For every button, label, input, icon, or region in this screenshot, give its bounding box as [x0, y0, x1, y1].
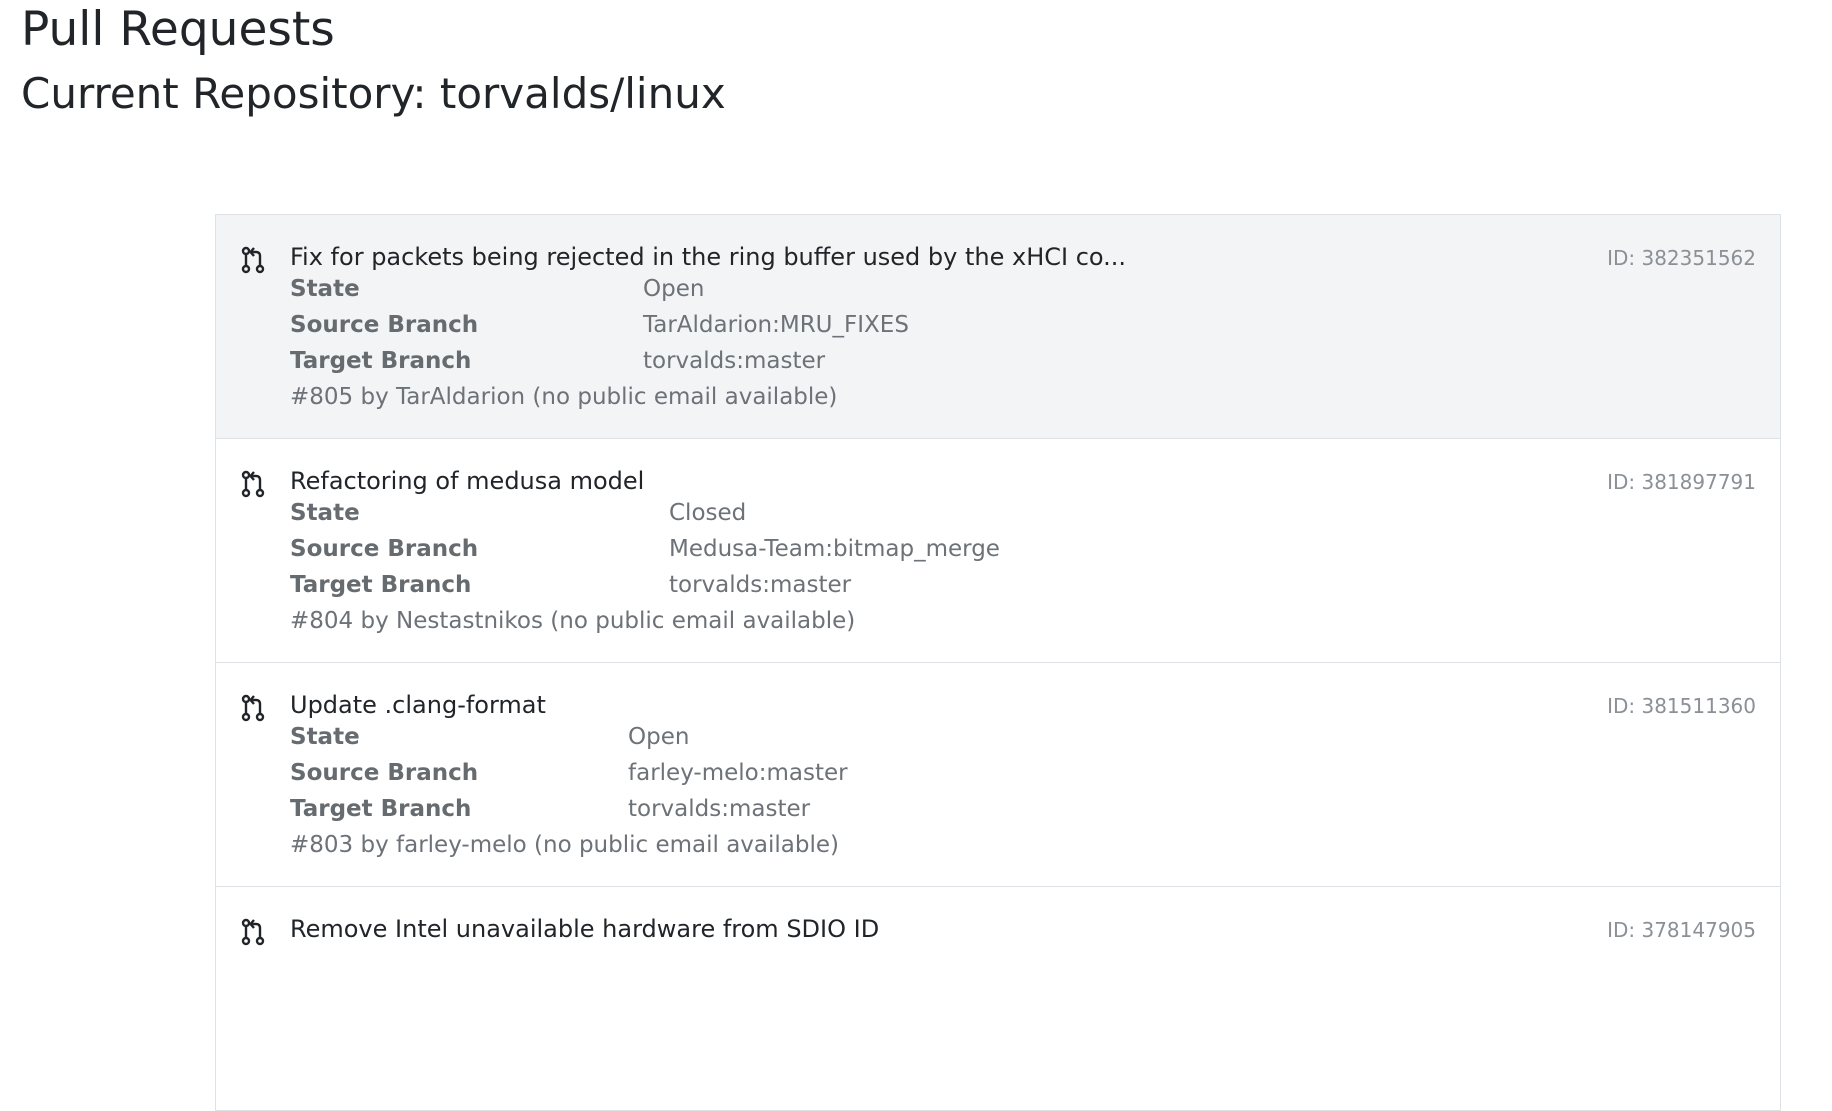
state-row: State Open: [290, 271, 704, 307]
pull-request-id: ID: 382351562: [1607, 246, 1756, 270]
pull-request-title[interactable]: Update .clang-format: [290, 688, 546, 722]
pull-request-item[interactable]: Remove Intel unavailable hardware from S…: [215, 887, 1781, 1111]
state-row: State Closed: [290, 495, 746, 531]
current-repository-heading: Current Repository: torvalds/linux: [21, 69, 726, 118]
source-branch-label: Source Branch: [290, 312, 479, 338]
source-branch-value: TarAldarion:MRU_FIXES: [643, 312, 909, 338]
git-pull-request-icon: [241, 470, 265, 498]
pull-request-meta: #804 by Nestastnikos (no public email av…: [290, 608, 856, 634]
pull-request-list: Fix for packets being rejected in the ri…: [215, 214, 1781, 1111]
page-title: Pull Requests: [21, 2, 335, 57]
source-branch-label: Source Branch: [290, 536, 479, 562]
pull-request-meta: #803 by farley-melo (no public email ava…: [290, 832, 840, 858]
state-row: State Open: [290, 719, 689, 755]
state-label: State: [290, 500, 360, 526]
pull-request-title[interactable]: Remove Intel unavailable hardware from S…: [290, 912, 879, 946]
state-label: State: [290, 276, 360, 302]
state-value: Open: [628, 724, 690, 750]
target-branch-row: Target Branch torvalds:master: [290, 567, 851, 603]
source-branch-value: Medusa-Team:bitmap_merge: [669, 536, 1000, 562]
target-branch-label: Target Branch: [290, 796, 472, 822]
pull-request-item[interactable]: Update .clang-format ID: 381511360 State…: [215, 663, 1781, 887]
pull-request-title[interactable]: Fix for packets being rejected in the ri…: [290, 240, 1126, 274]
git-pull-request-icon: [241, 246, 265, 274]
pull-request-item[interactable]: Fix for packets being rejected in the ri…: [215, 215, 1781, 439]
pull-request-id: ID: 378147905: [1607, 918, 1756, 942]
pull-request-title[interactable]: Refactoring of medusa model: [290, 464, 644, 498]
state-label: State: [290, 724, 360, 750]
pull-request-id: ID: 381511360: [1607, 694, 1756, 718]
target-branch-row: Target Branch torvalds:master: [290, 791, 810, 827]
target-branch-value: torvalds:master: [669, 572, 852, 598]
source-branch-row: Source Branch farley-melo:master: [290, 755, 848, 791]
source-branch-label: Source Branch: [290, 760, 479, 786]
pull-request-id: ID: 381897791: [1607, 470, 1756, 494]
target-branch-label: Target Branch: [290, 348, 472, 374]
git-pull-request-icon: [241, 694, 265, 722]
source-branch-value: farley-melo:master: [628, 760, 848, 786]
pull-request-meta: #805 by TarAldarion (no public email ava…: [290, 384, 838, 410]
target-branch-row: Target Branch torvalds:master: [290, 343, 825, 379]
source-branch-row: Source Branch Medusa-Team:bitmap_merge: [290, 531, 1000, 567]
target-branch-label: Target Branch: [290, 572, 472, 598]
source-branch-row: Source Branch TarAldarion:MRU_FIXES: [290, 307, 909, 343]
state-value: Closed: [669, 500, 747, 526]
target-branch-value: torvalds:master: [643, 348, 826, 374]
target-branch-value: torvalds:master: [628, 796, 811, 822]
git-pull-request-icon: [241, 918, 265, 946]
state-value: Open: [643, 276, 705, 302]
pull-request-item[interactable]: Refactoring of medusa model ID: 38189779…: [215, 439, 1781, 663]
